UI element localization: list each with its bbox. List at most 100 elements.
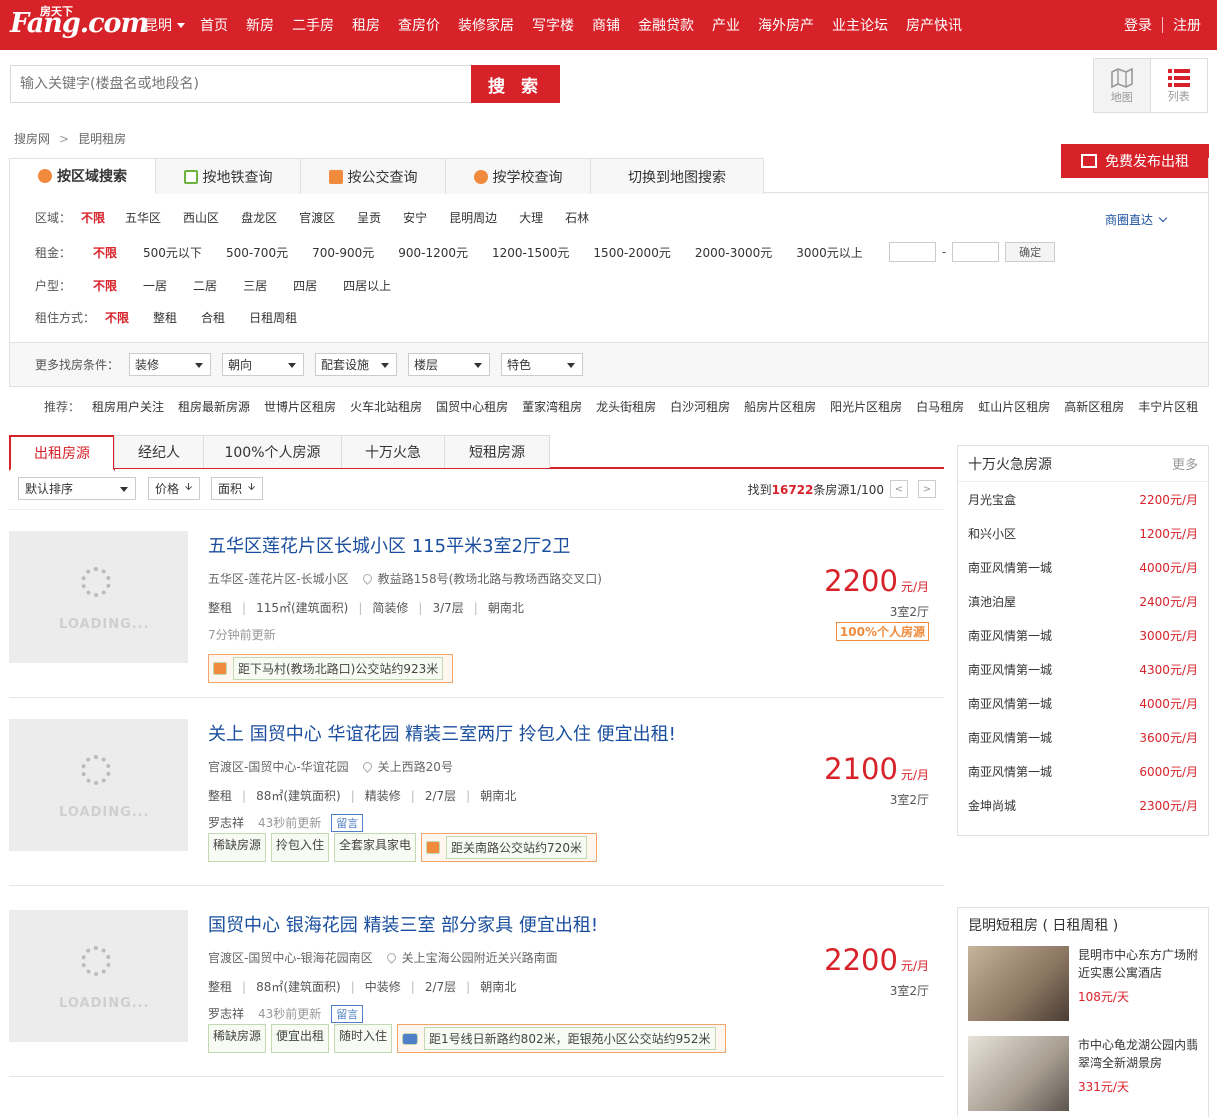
more-link[interactable]: 更多 [1172, 454, 1198, 473]
recommend-link[interactable]: 丰宁片区租 [1138, 400, 1198, 414]
dist-option[interactable]: 大理 [519, 209, 543, 226]
dist-option[interactable]: 五华区 [125, 209, 161, 226]
urgent-item[interactable]: 南亚风情第一城 4000元/月 [958, 550, 1208, 584]
message-button[interactable]: 留言 [331, 814, 364, 832]
login-link[interactable]: 登录 [1124, 15, 1152, 35]
confirm-price-button[interactable]: 确定 [1005, 242, 1056, 262]
shangquan-link[interactable]: 商圈直达 [1105, 211, 1168, 228]
tab-short-rent[interactable]: 短租房源 [444, 435, 550, 468]
tab-rental-listings[interactable]: 出租房源 [9, 435, 115, 471]
location-text[interactable]: 五华区-莲花片区-长城小区 [208, 572, 349, 586]
search-input[interactable] [10, 65, 472, 103]
rent-option[interactable]: 1500-2000元 [593, 244, 670, 261]
listing-title[interactable]: 国贸中心 银海花园 精装三室 部分家具 便宜出租! [208, 911, 598, 937]
recommend-link[interactable]: 火车北站租房 [350, 400, 422, 414]
max-price-input[interactable] [952, 242, 1000, 262]
listing-card[interactable]: LOADING...11 国贸中心 银海花园 精装三室 部分家具 便宜出租! 官渡区… [9, 889, 944, 1077]
listing-card[interactable]: LOADING...0 五华区莲花片区长城小区 115平米3室2厅2卫五华区-莲花… [9, 510, 944, 698]
dist-option[interactable]: 呈贡 [357, 209, 381, 226]
message-button[interactable]: 留言 [331, 1005, 364, 1023]
city-selector[interactable]: 昆明 [144, 15, 185, 35]
prev-page-button[interactable]: < [890, 480, 908, 498]
listing-photo[interactable]: LOADING...9 [9, 719, 188, 851]
rent-option[interactable]: 1200-1500元 [492, 244, 569, 261]
rent-option[interactable]: 2000-3000元 [695, 244, 772, 261]
layout-option[interactable]: 四居以上 [343, 277, 391, 294]
nav-link[interactable]: 首页 [200, 15, 228, 35]
nav-link[interactable]: 金融贷款 [638, 15, 694, 35]
recommend-link[interactable]: 高新区租房 [1064, 400, 1124, 414]
nav-link[interactable]: 产业 [712, 15, 740, 35]
recommend-link[interactable]: 租房最新房源 [178, 400, 250, 414]
tab-bus-search[interactable]: 按公交查询 [301, 158, 446, 194]
rent-option[interactable]: 500-700元 [226, 244, 288, 261]
recommend-link[interactable]: 董家湾租房 [522, 400, 582, 414]
dist-option[interactable]: 昆明周边 [449, 209, 497, 226]
listing-title[interactable]: 五华区莲花片区长城小区 115平米3室2厅2卫 [208, 532, 570, 558]
urgent-name[interactable]: 南亚风情第一城 [968, 661, 1052, 678]
area-sort-button[interactable]: 面积 🡫 [211, 477, 263, 500]
short-rent-title[interactable]: 市中心龟龙湖公园内翡翠湾全新湖景房 [1078, 1036, 1206, 1072]
urgent-item[interactable]: 南亚风情第一城 3000元/月 [958, 618, 1208, 652]
search-button[interactable]: 搜 索 [471, 65, 560, 103]
urgent-name[interactable]: 月光宝盒 [968, 491, 1016, 508]
short-rent-item[interactable]: 昆明市中心东方广场附近实惠公寓酒店 108元/天 [968, 946, 1208, 1026]
nav-link[interactable]: 新房 [246, 15, 274, 35]
listing-title[interactable]: 关上 国贸中心 华谊花园 精装三室两厅 拎包入住 便宜出租! [208, 720, 676, 746]
location-text[interactable]: 官渡区-国贸中心-华谊花园 [208, 760, 349, 774]
default-sort-select[interactable]: 默认排序 [18, 477, 136, 500]
recommend-link[interactable]: 龙头街租房 [596, 400, 656, 414]
mode-option[interactable]: 日租周租 [249, 309, 297, 326]
urgent-item[interactable]: 月光宝盒 2200元/月 [958, 482, 1208, 516]
feature-select[interactable]: 特色 [501, 353, 583, 376]
nav-link[interactable]: 装修家居 [458, 15, 514, 35]
map-view-button[interactable]: 地图 [1094, 59, 1151, 112]
mode-option[interactable]: 整租 [153, 309, 177, 326]
layout-option[interactable]: 二居 [193, 277, 217, 294]
recommend-link[interactable]: 白沙河租房 [670, 400, 730, 414]
listing-photo[interactable]: LOADING...0 [9, 531, 188, 663]
layout-option-all[interactable]: 不限 [93, 277, 117, 294]
recommend-link[interactable]: 虹山片区租房 [978, 400, 1050, 414]
dist-option[interactable]: 盘龙区 [241, 209, 277, 226]
short-rent-title[interactable]: 昆明市中心东方广场附近实惠公寓酒店 [1078, 946, 1206, 982]
rent-option[interactable]: 700-900元 [312, 244, 374, 261]
urgent-item[interactable]: 南亚风情第一城 4000元/月 [958, 686, 1208, 720]
urgent-name[interactable]: 南亚风情第一城 [968, 559, 1052, 576]
recommend-link[interactable]: 世博片区租房 [264, 400, 336, 414]
listing-card[interactable]: LOADING...9 关上 国贸中心 华谊花园 精装三室两厅 拎包入住 便宜出租… [9, 698, 944, 886]
tab-area-search[interactable]: 按区域搜索 [10, 158, 156, 194]
mode-option[interactable]: 合租 [201, 309, 225, 326]
nav-link[interactable]: 查房价 [398, 15, 440, 35]
urgent-item[interactable]: 滇池泊屋 2400元/月 [958, 584, 1208, 618]
dist-option[interactable]: 安宁 [403, 209, 427, 226]
nav-link[interactable]: 二手房 [292, 15, 334, 35]
tab-agents[interactable]: 经纪人 [114, 435, 204, 468]
recommend-link[interactable]: 国贸中心租房 [436, 400, 508, 414]
register-link[interactable]: 注册 [1173, 15, 1201, 35]
tab-metro-search[interactable]: 按地铁查询 [156, 158, 301, 194]
next-page-button[interactable]: > [918, 480, 936, 498]
tab-personal-listings[interactable]: 100%个人房源 [203, 435, 342, 468]
breadcrumb-home[interactable]: 搜房网 [14, 132, 50, 146]
min-price-input[interactable] [888, 242, 936, 262]
rent-option[interactable]: 3000元以上 [796, 244, 863, 261]
urgent-name[interactable]: 南亚风情第一城 [968, 695, 1052, 712]
list-view-button[interactable]: 列表 [1151, 59, 1208, 112]
short-rent-item[interactable]: 市中心龟龙湖公园内翡翠湾全新湖景房 331元/天 [968, 1036, 1208, 1116]
mode-option-all[interactable]: 不限 [105, 309, 129, 326]
layout-option[interactable]: 四居 [293, 277, 317, 294]
urgent-name[interactable]: 金坤尚城 [968, 797, 1016, 814]
listing-photo[interactable]: LOADING...11 [9, 910, 188, 1042]
rent-option-all[interactable]: 不限 [93, 244, 117, 261]
urgent-item[interactable]: 金坤尚城 2300元/月 [958, 788, 1208, 822]
dist-option[interactable]: 石林 [565, 209, 589, 226]
urgent-name[interactable]: 南亚风情第一城 [968, 763, 1052, 780]
urgent-item[interactable]: 南亚风情第一城 6000元/月 [958, 754, 1208, 788]
recommend-link[interactable]: 白马租房 [916, 400, 964, 414]
recommend-link[interactable]: 船房片区租房 [744, 400, 816, 414]
recommend-link[interactable]: 租房用户关注 [92, 400, 164, 414]
nav-link[interactable]: 商铺 [592, 15, 620, 35]
nav-link[interactable]: 写字楼 [532, 15, 574, 35]
nav-link[interactable]: 海外房产 [758, 15, 814, 35]
